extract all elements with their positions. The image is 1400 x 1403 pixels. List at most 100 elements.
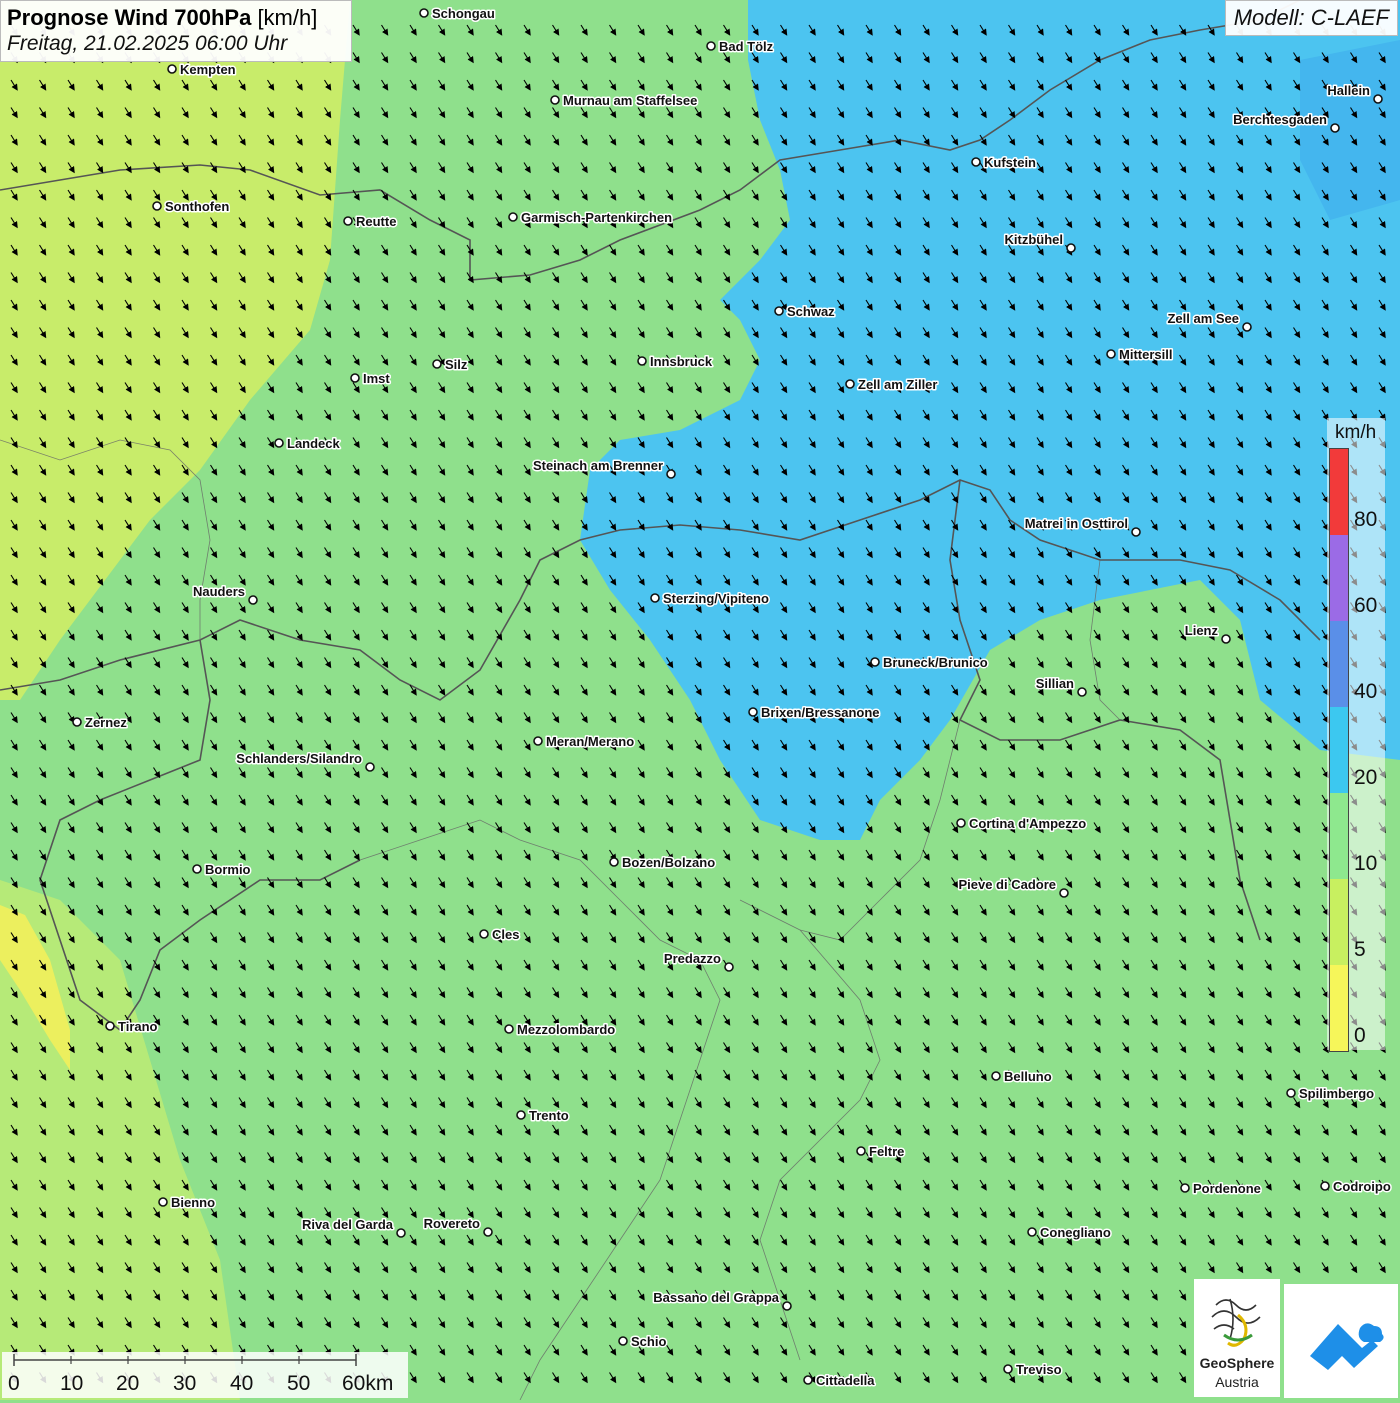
legend-tick-60: 60 <box>1354 594 1378 617</box>
city-marker-icon <box>748 707 758 717</box>
legend-seg-10-20 <box>1330 793 1348 879</box>
city-label: Cles <box>492 927 519 942</box>
city-marker-icon <box>105 1021 115 1031</box>
city-label: Trento <box>529 1108 569 1123</box>
legend-unit: km/h <box>1335 422 1377 443</box>
city-marker-icon <box>343 216 353 226</box>
city-marker-icon <box>1373 94 1383 104</box>
city-marker-icon <box>1221 634 1231 644</box>
city-marker-icon <box>483 1227 493 1237</box>
city-label: Bormio <box>205 862 251 877</box>
city-garmisch-partenkirchen: Garmisch-Partenkirchen <box>508 209 674 227</box>
city-label: Sonthofen <box>165 199 229 214</box>
city-label: Landeck <box>287 436 341 451</box>
legend-seg-0-5 <box>1330 965 1348 1051</box>
city-label: Tirano <box>118 1019 158 1034</box>
city-label: Zell am Ziller <box>858 377 937 392</box>
city-marker-icon <box>432 359 442 369</box>
legend-color-bar <box>1329 448 1349 1052</box>
city-marker-icon <box>618 1336 628 1346</box>
city-marker-icon <box>550 95 560 105</box>
city-marker-icon <box>504 1024 514 1034</box>
city-zell-am-ziller: Zell am Ziller <box>845 376 939 394</box>
scale-label-60km: 60km <box>342 1372 394 1395</box>
city-label: Schlanders/Silandro <box>236 751 362 766</box>
city-label: Bozen/Bolzano <box>622 855 715 870</box>
city-marker-icon <box>1242 322 1252 332</box>
city-label: Imst <box>363 371 390 386</box>
city-label: Schongau <box>432 6 495 21</box>
city-schongau: Schongau <box>419 5 496 23</box>
scale-label-10: 10 <box>60 1372 84 1395</box>
city-bruneck-brunico: Bruneck/Brunico <box>870 654 989 672</box>
city-label: Steinach am Brenner <box>533 458 663 473</box>
legend-seg-5-10 <box>1330 879 1348 965</box>
city-label: Treviso <box>1016 1362 1062 1377</box>
city-marker-icon <box>479 929 489 939</box>
legend-seg-60-80 <box>1330 535 1348 621</box>
city-label: Zell am See <box>1167 311 1239 326</box>
city-marker-icon <box>508 212 518 222</box>
city-label: Conegliano <box>1040 1225 1111 1240</box>
city-label: Hallein <box>1327 83 1370 98</box>
model-label: Modell: C-LAEF <box>1224 0 1398 36</box>
city-marker-icon <box>192 864 202 874</box>
city-label: Matrei in Osttirol <box>1025 516 1128 531</box>
city-marker-icon <box>1106 349 1116 359</box>
city-marker-icon <box>1330 123 1340 133</box>
city-marker-icon <box>774 306 784 316</box>
city-conegliano: Conegliano <box>1027 1224 1112 1242</box>
scale-label-50: 50 <box>287 1372 311 1395</box>
map-title-box: Prognose Wind 700hPa [km/h] Freitag, 21.… <box>0 0 352 62</box>
city-marker-icon <box>724 962 734 972</box>
city-marker-icon <box>248 595 258 605</box>
city-mezzolombardo: Mezzolombardo <box>504 1021 617 1039</box>
scale-label-30: 30 <box>173 1372 197 1395</box>
city-marker-icon <box>609 857 619 867</box>
city-label: Cittadella <box>816 1373 875 1388</box>
city-label: Bruneck/Brunico <box>883 655 988 670</box>
legend-tick-5: 5 <box>1354 938 1366 961</box>
city-marker-icon <box>365 762 375 772</box>
legend-tick-0: 0 <box>1354 1024 1366 1047</box>
city-brixen-bressanone: Brixen/Bressanone <box>748 704 881 722</box>
city-marker-icon <box>803 1375 813 1385</box>
city-label: Schio <box>631 1334 666 1349</box>
legend-seg-40-60 <box>1330 621 1348 707</box>
wind-map: Schongau Bad Tölz Kempten Murnau am Staffel… <box>0 0 1400 1400</box>
city-label: Codroipo <box>1333 1179 1391 1194</box>
city-label: Berchtesgaden <box>1233 112 1327 127</box>
city-marker-icon <box>152 201 162 211</box>
city-label: Kitzbühel <box>1005 232 1064 247</box>
city-label: Reutte <box>356 214 396 229</box>
city-marker-icon <box>1180 1183 1190 1193</box>
city-label: Pordenone <box>1193 1181 1261 1196</box>
city-label: Pieve di Cadore <box>958 877 1056 892</box>
title-unit: [km/h] <box>257 5 318 30</box>
city-label: Nauders <box>193 584 245 599</box>
city-marker-icon <box>666 469 676 479</box>
city-marker-icon <box>1003 1364 1013 1374</box>
city-marker-icon <box>1059 888 1069 898</box>
city-label: Predazzo <box>664 951 721 966</box>
scale-label-20: 20 <box>116 1372 140 1395</box>
city-marker-icon <box>782 1301 792 1311</box>
color-legend: km/h 80 60 40 20 10 5 0 <box>1327 418 1385 1052</box>
city-pordenone: Pordenone <box>1180 1180 1262 1198</box>
city-marker-icon <box>971 157 981 167</box>
city-marker-icon <box>533 736 543 746</box>
city-label: Bassano del Grappa <box>653 1290 779 1305</box>
city-marker-icon <box>396 1228 406 1238</box>
city-marker-icon <box>650 593 660 603</box>
city-marker-icon <box>419 8 429 18</box>
city-marker-icon <box>856 1146 866 1156</box>
legend-tick-40: 40 <box>1354 680 1378 703</box>
city-marker-icon <box>1131 527 1141 537</box>
city-marker-icon <box>870 657 880 667</box>
city-marker-icon <box>1066 243 1076 253</box>
legend-seg-20-40 <box>1330 707 1348 793</box>
city-bozen-bolzano: Bozen/Bolzano <box>609 854 717 872</box>
city-sterzing-vipiteno: Sterzing/Vipiteno <box>650 590 770 608</box>
city-marker-icon <box>706 41 716 51</box>
city-label: Cortina d'Ampezzo <box>969 816 1086 831</box>
